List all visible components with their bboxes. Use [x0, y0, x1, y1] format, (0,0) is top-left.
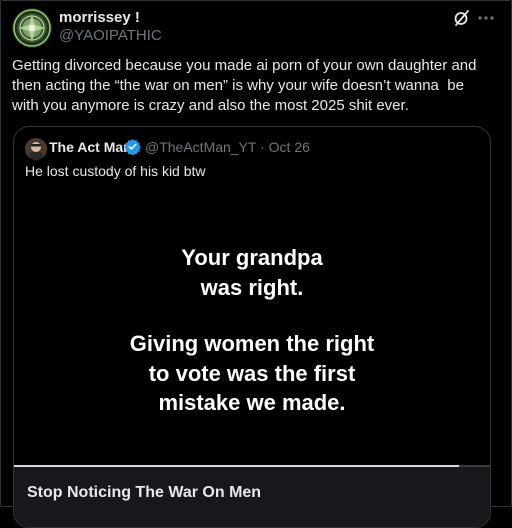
user-display-name[interactable]: morrissey ! [59, 9, 140, 26]
video-caption-line: Giving women the right [129, 331, 375, 356]
user-handle[interactable]: @YAOIPATHIC [59, 27, 162, 44]
link-card-title: Stop Noticing The War On Men [27, 484, 262, 501]
user-avatar[interactable] [12, 8, 52, 48]
video-caption-line: mistake we made. [158, 390, 346, 415]
quoted-display-name[interactable]: The Act Man [49, 139, 132, 155]
video-caption-line: to vote was the first [148, 361, 356, 386]
quoted-handle-date[interactable]: @TheActMan_YT · Oct 26 [145, 139, 310, 155]
quoted-post-text: He lost custody of his kid btw [25, 163, 206, 179]
grok-icon[interactable] [452, 8, 472, 28]
video-caption-line: was right. [200, 275, 304, 300]
quoted-video[interactable]: Your grandpa was right. Giving women the… [14, 187, 490, 467]
link-card-footer[interactable]: Stop Noticing The War On Men [14, 467, 490, 527]
verified-icon [124, 138, 141, 156]
quoted-avatar-icon [25, 138, 47, 160]
quoted-post-card[interactable]: The Act Man @TheActMan_YT · Oct 26 He lo… [13, 126, 491, 528]
more-icon[interactable] [476, 8, 496, 28]
post-text: Getting divorced because you made ai por… [12, 57, 481, 114]
avatar-icon [13, 9, 51, 47]
quoted-user-avatar[interactable] [25, 138, 47, 160]
video-caption-line: Your grandpa [181, 245, 323, 270]
